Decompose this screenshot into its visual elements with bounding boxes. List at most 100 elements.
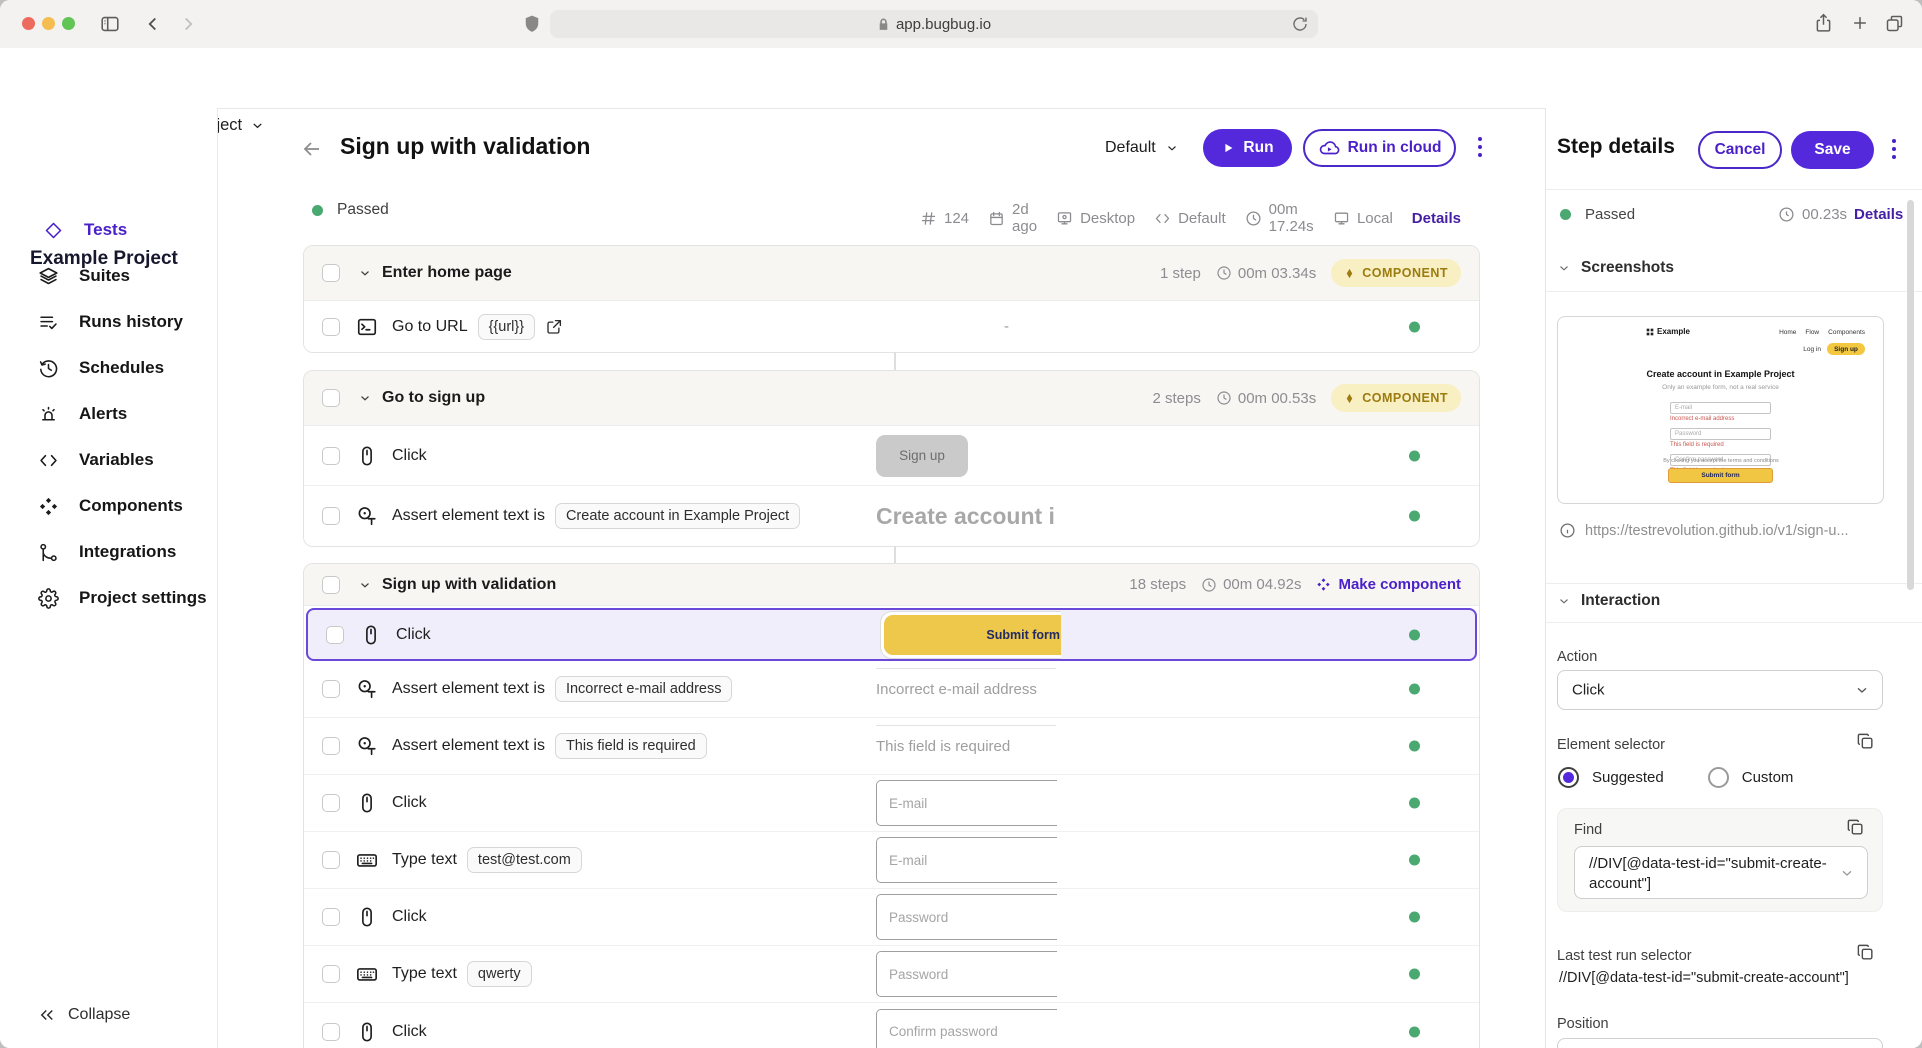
forward-icon[interactable] [177,13,199,35]
share-icon[interactable] [1813,11,1834,35]
profile-selector[interactable]: Default [1105,139,1179,157]
screenshot-url-link[interactable]: https://testrevolution.github.io/v1/sign… [1585,523,1849,539]
step-row[interactable]: Type textqwertyPassword [304,946,1479,1003]
step-group-card: Go to sign up2 steps00m 00.53sCOMPONENTC… [303,370,1480,547]
copy-icon[interactable] [1856,943,1875,962]
step-checkbox[interactable] [322,794,340,812]
chevron-down-icon[interactable] [358,391,372,405]
step-checkbox[interactable] [322,507,340,525]
run-details-link[interactable]: Details [1412,210,1461,227]
step-checkbox[interactable] [322,965,340,983]
step-element-screenshot: E-mail [876,832,1057,888]
step-row[interactable]: ClickSubmit form [306,608,1477,661]
find-selector-value: //DIV[@data-test-id="submit-create-accou… [1575,847,1867,895]
step-checkbox[interactable] [322,908,340,926]
cancel-button[interactable]: Cancel [1698,131,1782,169]
sidebar-item-alerts[interactable]: Alerts [0,391,217,437]
step-details-link[interactable]: Details [1854,206,1903,223]
step-action-label: Assert element text is [392,507,545,525]
sidebar-item-schedules[interactable]: Schedules [0,345,217,391]
chevron-down-icon [250,118,265,133]
external-link-icon[interactable] [545,318,563,336]
save-button[interactable]: Save [1791,131,1874,169]
components-icon [38,496,59,517]
assert-icon [356,505,378,527]
panel-scrollbar[interactable] [1907,200,1914,590]
group-checkbox[interactable] [322,264,340,282]
step-screenshot-thumbnail[interactable]: ExampleHomeFlowComponentsLog inSign upCr… [1557,316,1884,504]
zoom-window-button[interactable] [62,17,75,30]
clock-icon [1216,390,1232,406]
mouse-icon [356,906,378,928]
back-icon[interactable] [142,13,164,35]
info-icon[interactable] [1559,522,1576,539]
group-checkbox[interactable] [322,389,340,407]
more-options-icon[interactable] [1470,130,1490,164]
step-row[interactable]: ClickE-mail [304,775,1479,832]
run-button[interactable]: Run [1203,129,1292,167]
step-row[interactable]: Go to URL{{url}}- [304,301,1479,352]
divider [1546,622,1922,623]
sidebar-item-suites[interactable]: Suites [0,253,217,299]
sidebar-item-components[interactable]: Components [0,483,217,529]
new-tab-icon[interactable] [1850,13,1870,33]
step-checkbox[interactable] [322,851,340,869]
step-row[interactable]: ClickConfirm password [304,1003,1479,1048]
test-status: Passed [312,201,389,219]
step-checkbox[interactable] [322,318,340,336]
code-icon [1154,210,1171,227]
group-checkbox[interactable] [322,576,340,594]
back-arrow-icon[interactable] [300,137,324,161]
action-select[interactable]: Click [1557,670,1883,710]
element-screenshot-input: E-mail [876,837,1057,883]
assert-icon [356,678,378,700]
step-checkbox[interactable] [322,447,340,465]
sidebar-item-project-settings[interactable]: Project settings [0,575,217,621]
sidebar-collapse-button[interactable]: Collapse [38,1006,130,1024]
mini-error-text: This field is required [1670,442,1771,448]
chevron-down-icon[interactable] [358,578,372,592]
sidebar-item-tests[interactable]: Tests [0,207,217,253]
step-checkbox[interactable] [322,1023,340,1041]
step-element-screenshot: Create account i [876,486,1055,546]
minimize-window-button[interactable] [42,17,55,30]
custom-radio[interactable] [1708,767,1729,788]
position-input[interactable] [1557,1038,1883,1048]
position-label: Position [1557,1016,1609,1032]
privacy-shield-icon[interactable] [522,13,542,35]
sidebar-item-label: Components [79,496,183,516]
copy-icon[interactable] [1846,818,1865,837]
sidebar-item-runs-history[interactable]: Runs history [0,299,217,345]
tab-overview-icon[interactable] [1884,13,1905,34]
step-checkbox[interactable] [326,626,344,644]
step-checkbox[interactable] [322,737,340,755]
panel-more-options-icon[interactable] [1884,132,1904,166]
run-in-cloud-button[interactable]: Run in cloud [1303,129,1456,167]
step-row[interactable]: ClickPassword [304,889,1479,946]
suggested-radio[interactable] [1558,767,1579,788]
screenshots-section-header[interactable]: Screenshots [1557,259,1674,277]
screenshot-url-row: https://testrevolution.github.io/v1/sign… [1559,522,1909,539]
selector-mode-radios: Suggested Custom [1558,767,1793,788]
step-row[interactable]: ClickSign up [304,426,1479,486]
interaction-section-header[interactable]: Interaction [1557,592,1660,610]
sidebar-item-integrations[interactable]: Integrations [0,529,217,575]
make-component-link[interactable]: Make component [1316,576,1461,593]
step-action-label: Type text [392,965,457,983]
run-meta-value: Desktop [1080,210,1135,227]
refresh-icon[interactable] [1291,15,1309,33]
display-icon [1333,210,1350,227]
chevron-down-icon[interactable] [358,266,372,280]
step-row[interactable]: Assert element text isIncorrect e-mail a… [304,661,1479,718]
close-window-button[interactable] [22,17,35,30]
keyboard-icon [356,849,378,871]
step-row[interactable]: Assert element text isThis field is requ… [304,718,1479,775]
find-selector-select[interactable]: //DIV[@data-test-id="submit-create-accou… [1574,846,1868,899]
sidebar-toggle-icon[interactable] [99,13,121,35]
copy-icon[interactable] [1856,732,1875,751]
sidebar-item-variables[interactable]: Variables [0,437,217,483]
address-bar[interactable]: app.bugbug.io [550,10,1318,38]
step-row[interactable]: Type texttest@test.comE-mail [304,832,1479,889]
step-row[interactable]: Assert element text isCreate account in … [304,486,1479,546]
step-checkbox[interactable] [322,680,340,698]
